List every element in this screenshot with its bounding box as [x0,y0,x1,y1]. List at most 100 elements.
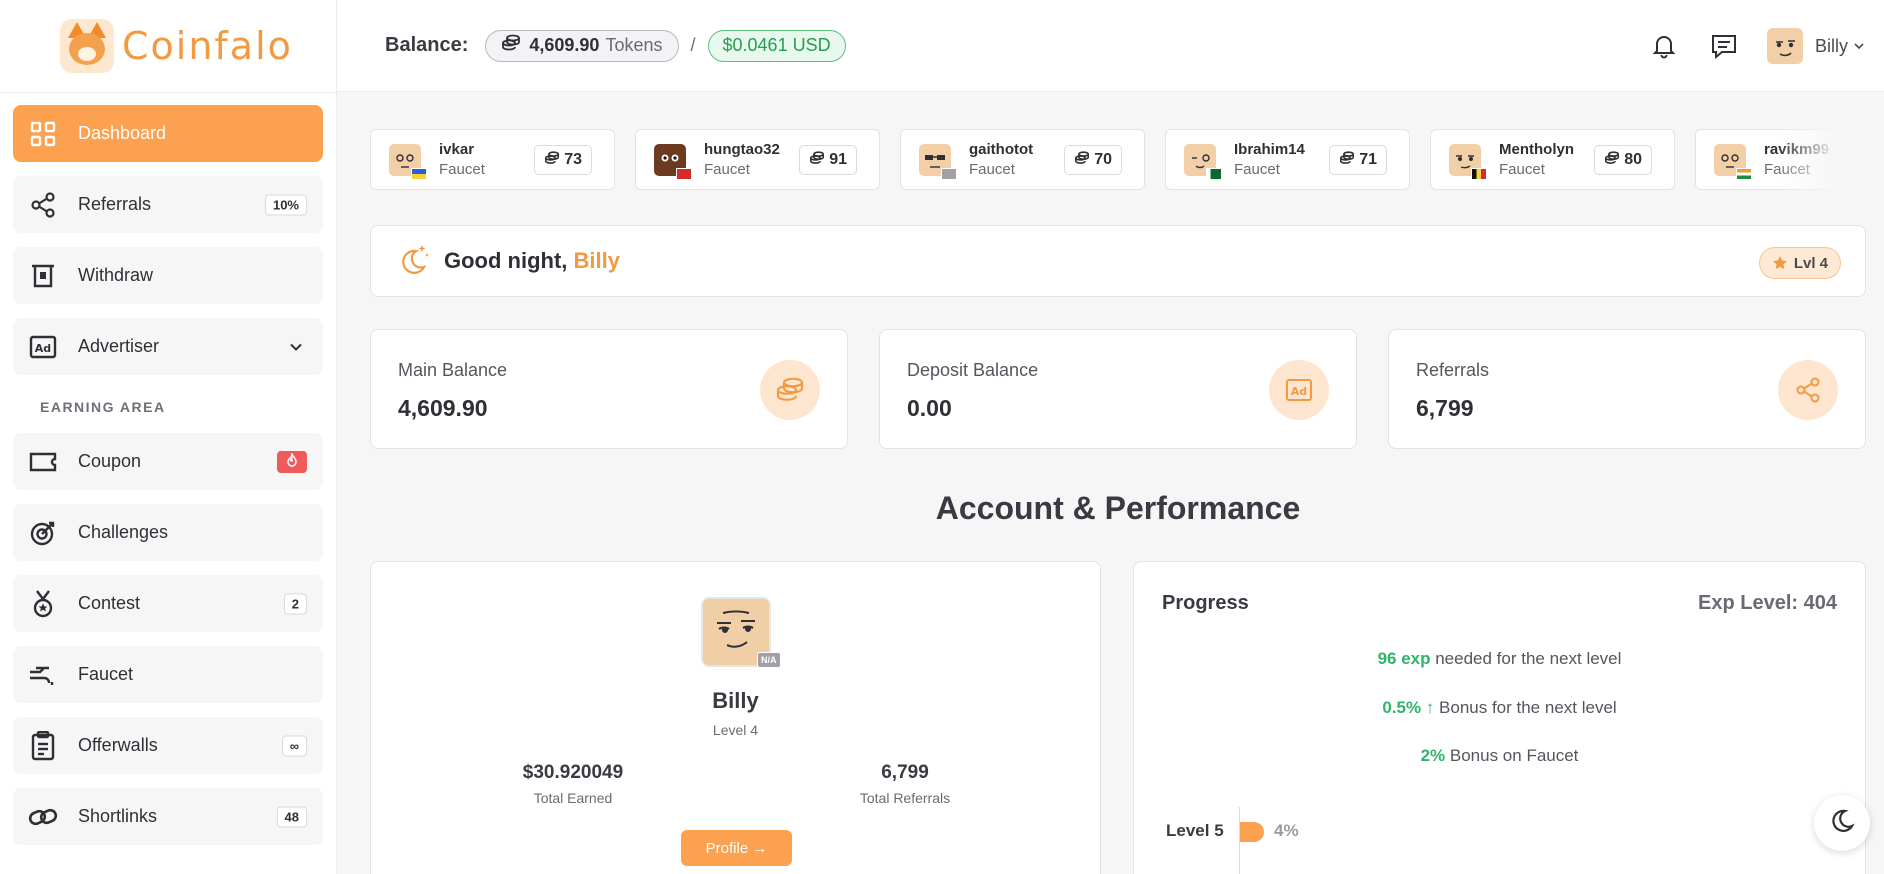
sidebar-item-advertiser[interactable]: Ad Advertiser [13,318,323,375]
sidebar-item-label: Dashboard [78,123,167,143]
sidebar-nav: Dashboard Referrals 10% Withdraw Ad Adve… [0,93,336,845]
chevron-down-icon[interactable] [1854,37,1864,55]
earner-score-value: 73 [564,151,582,168]
sidebar-item-challenges[interactable]: Challenges [13,504,323,561]
usd-balance-pill: $0.0461 USD [707,29,846,62]
flag-india-icon [1736,167,1752,180]
greeting-text: Good night, Billy [444,248,620,274]
usd-balance-value: $0.0461 USD [722,35,831,55]
total-referrals-label: Total Referrals [859,790,951,806]
total-referrals: 6,799 Total Referrals [785,762,1025,806]
sidebar-item-offerwalls[interactable]: Offerwalls ∞ [13,717,323,774]
sidebar-item-label: Contest [78,593,141,613]
earner-card[interactable]: gaithotot Faucet 70 [900,129,1145,190]
withdraw-icon [28,261,58,291]
earner-card[interactable]: Mentholyn Faucet 80 [1430,129,1675,190]
progress-text: needed for the next level [1430,649,1622,668]
earner-score: 70 [1064,145,1122,175]
token-balance-value: 4,609.90 [529,35,600,55]
avatar-status-badge: N/A [757,652,781,668]
theme-toggle-button[interactable] [1814,795,1870,851]
earner-score: 80 [1594,145,1652,175]
progress-card: Progress Exp Level: 404 96 exp needed fo… [1133,561,1866,874]
dashboard-grid-icon [28,119,58,149]
earner-name: Ibrahim14 [1234,141,1305,158]
earner-name: Mentholyn [1499,141,1574,158]
earner-card[interactable]: ivkar Faucet 73 [370,129,615,190]
hot-badge [277,450,307,473]
fire-icon [286,452,298,470]
earner-source: Faucet [704,161,750,178]
moon-stars-icon [396,242,430,281]
clipboard-icon [28,730,58,761]
referral-rate-badge: 10% [264,194,307,215]
strip-fade-overlay [1776,129,1836,190]
sidebar-item-faucet[interactable]: Faucet [13,646,323,703]
contest-count-badge: 2 [283,593,307,614]
medal-icon [28,589,58,619]
flag-pakistan-icon [1206,167,1222,180]
sidebar-item-label: Withdraw [78,265,154,285]
progress-line-faucet-bonus: 2% Bonus on Faucet [1134,746,1865,766]
chevron-down-icon[interactable] [289,336,303,357]
progress-text: Bonus for the next level [1434,698,1617,717]
balance-label: Balance: [385,34,469,56]
level-progress-bar [1240,822,1264,842]
sidebar-item-label: Offerwalls [78,735,158,755]
progress-highlight: 96 exp [1377,649,1431,668]
total-earned: $30.920049 Total Earned [453,762,693,806]
level-progress-percent: 4% [1274,821,1299,840]
stat-card-referrals: Referrals 6,799 [1388,329,1866,449]
earner-score: 73 [534,145,592,175]
section-title: Account & Performance [935,490,1301,526]
earner-avatar [1184,143,1222,180]
recent-earners-strip: ivkar Faucet 73 hungtao32 Faucet 91 gait… [370,129,1836,190]
sidebar-item-label: Challenges [78,522,169,542]
earner-avatar [654,143,692,180]
earner-score: 71 [1329,145,1387,175]
chat-icon[interactable] [1707,29,1741,63]
earner-name: hungtao32 [704,141,780,158]
user-name[interactable]: Billy [1815,36,1848,57]
coins-icon [760,360,820,420]
sidebar-item-coupon[interactable]: Coupon [13,433,323,490]
svg-text:Ad: Ad [1291,385,1307,398]
ad-icon: Ad [28,332,58,362]
sidebar-item-contest[interactable]: Contest 2 [13,575,323,632]
greeting-user-name: Billy [573,248,620,273]
profile-button[interactable]: Profile → [681,830,792,866]
target-icon [28,518,58,548]
earner-score-value: 80 [1624,151,1642,168]
sidebar-item-withdraw[interactable]: Withdraw [13,247,323,304]
star-icon [1772,255,1788,271]
earner-card[interactable]: hungtao32 Faucet 91 [635,129,880,190]
progress-text: Bonus on Faucet [1445,746,1579,765]
bell-icon[interactable] [1647,29,1681,63]
user-avatar[interactable] [1766,28,1803,64]
sidebar: Coinfalo Dashboard Referrals 10% Withdra… [0,0,337,874]
earner-card[interactable]: Ibrahim14 Faucet 71 [1165,129,1410,190]
coins-icon [1339,150,1355,170]
sidebar-item-label: Shortlinks [78,806,158,826]
token-unit: Tokens [605,35,663,55]
coins-icon [1074,150,1090,170]
earner-score-value: 91 [829,151,847,168]
earner-name: gaithotot [969,141,1034,158]
section-label-earning-area: EARNING AREA [40,399,166,415]
sidebar-item-referrals[interactable]: Referrals 10% [13,176,323,233]
earner-avatar [1449,143,1487,180]
progress-title: Progress [1162,592,1249,614]
total-earned-label: Total Earned [533,790,613,806]
coins-icon [501,34,521,57]
stat-card-deposit-balance: Deposit Balance 0.00 Ad [879,329,1357,449]
sidebar-item-shortlinks[interactable]: Shortlinks 48 [13,788,323,845]
token-balance-pill: 4,609.90 Tokens [485,29,679,62]
coins-icon [809,150,825,170]
coins-icon [544,150,560,170]
total-earned-value: $30.920049 [522,762,624,783]
shortlinks-count-badge: 48 [276,806,307,827]
earner-score-value: 70 [1094,151,1112,168]
greeting-banner: Good night, Billy Lvl 4 [370,225,1866,297]
brand-logo[interactable]: Coinfalo [0,0,336,93]
sidebar-item-dashboard[interactable]: Dashboard [13,105,323,162]
